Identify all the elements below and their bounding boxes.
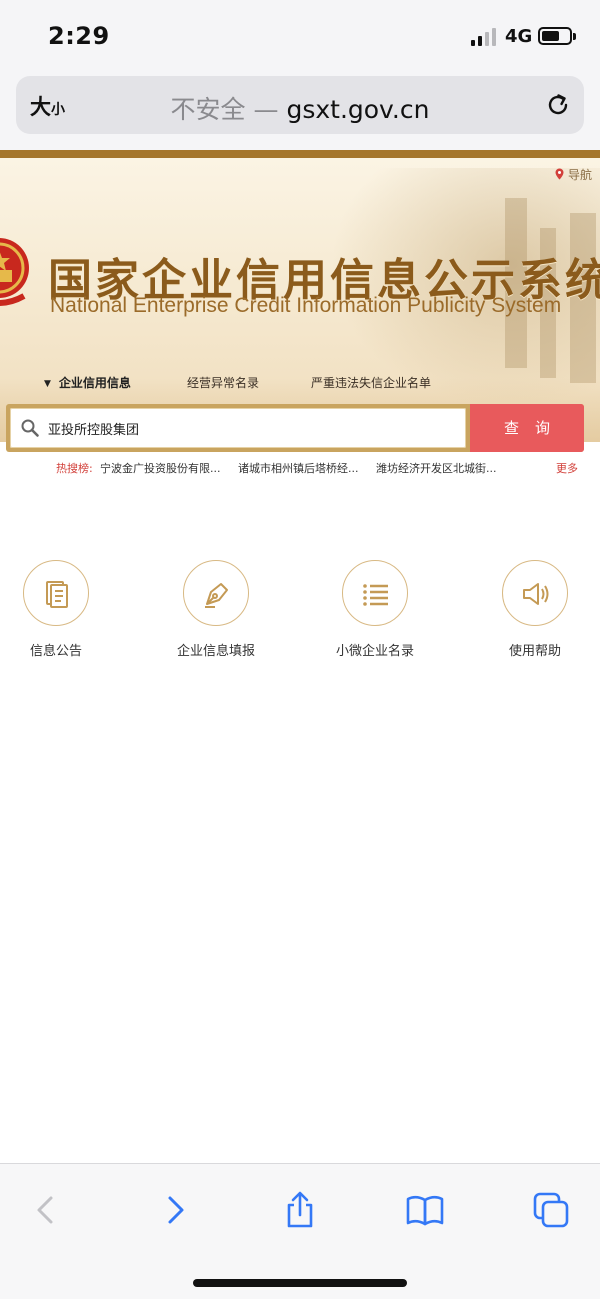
search-input[interactable] xyxy=(48,417,448,439)
feature-icon-circle xyxy=(23,560,89,626)
forward-icon[interactable] xyxy=(155,1190,195,1230)
hot-search-label: 热搜榜: xyxy=(56,462,93,475)
feature-label: 信息公告 xyxy=(29,644,82,659)
feature-label: 小微企业名录 xyxy=(335,644,414,659)
tab-serious-violations[interactable]: 严重违法失信企业名单 xyxy=(311,374,431,391)
tab-enterprise-credit[interactable]: ▼ 企业信用信息 xyxy=(44,374,131,391)
share-icon[interactable] xyxy=(280,1190,320,1230)
search-icon xyxy=(21,419,39,437)
feature-label: 使用帮助 xyxy=(508,644,561,659)
site-top-strip xyxy=(0,150,600,158)
url-domain: gsxt.gov.cn xyxy=(286,95,430,124)
tab-label: 企业信用信息 xyxy=(58,376,131,390)
tab-label: 经营异常名录 xyxy=(187,376,260,390)
feature-shortcuts: 信息公告 企业信息填报 小微企业名录 使用帮助 xyxy=(0,560,600,660)
search-bar: 查询 xyxy=(6,404,584,452)
feature-icon-circle xyxy=(342,560,408,626)
feature-info-reporting[interactable]: 企业信息填报 xyxy=(156,560,276,659)
network-type: 4G xyxy=(505,26,533,47)
status-bar: 2:29 4G xyxy=(0,0,600,72)
tab-label: 严重违法失信企业名单 xyxy=(311,376,432,390)
navigation-label: 导航 xyxy=(568,168,593,182)
hot-search-item[interactable]: 宁波金广投资股份有限... xyxy=(100,460,221,476)
hot-search-item[interactable]: 诸城市相州镇后塔桥经... xyxy=(238,460,359,476)
feature-label: 企业信息填报 xyxy=(176,644,255,659)
address-bar[interactable]: 大小 不安全 — gsxt.gov.cn xyxy=(16,76,584,134)
tabs-icon[interactable] xyxy=(531,1190,571,1230)
caret-down-icon: ▼ xyxy=(44,379,51,389)
insecure-warning: 不安全 — xyxy=(170,95,287,124)
location-pin-icon xyxy=(555,168,564,180)
site-banner: 导航 国家企业信用信息公示系统 National Enterprise Cred… xyxy=(0,158,600,442)
feature-icon-circle xyxy=(183,560,249,626)
category-tabs: ▼ 企业信用信息 经营异常名录 严重违法失信企业名单 xyxy=(0,374,600,394)
list-icon xyxy=(363,584,388,606)
feature-announcements[interactable]: 信息公告 xyxy=(0,560,116,659)
signal-strength-icon xyxy=(471,28,497,46)
search-box xyxy=(10,408,466,448)
reload-icon[interactable] xyxy=(544,91,572,119)
address-bar-area: 大小 不安全 — gsxt.gov.cn xyxy=(0,72,600,150)
url-display[interactable]: 不安全 — gsxt.gov.cn xyxy=(16,90,584,126)
site-title-english: National Enterprise Credit Information P… xyxy=(50,294,562,317)
hot-search-row: 热搜榜: 宁波金广投资股份有限... 诸城市相州镇后塔桥经... 潍坊经济开发区… xyxy=(0,460,600,480)
national-emblem-icon xyxy=(0,238,29,306)
feature-help[interactable]: 使用帮助 xyxy=(475,560,595,659)
pen-icon xyxy=(205,583,228,608)
navigation-link[interactable]: 导航 xyxy=(555,166,592,183)
document-icon xyxy=(46,581,68,608)
speaker-icon xyxy=(523,583,549,605)
hot-search-more-link[interactable]: 更多 xyxy=(556,460,578,476)
bookmarks-icon[interactable] xyxy=(405,1190,445,1230)
browser-toolbar xyxy=(0,1163,600,1299)
back-icon[interactable] xyxy=(26,1190,66,1230)
home-indicator[interactable] xyxy=(193,1279,407,1287)
hot-search-item[interactable]: 潍坊经济开发区北城街... xyxy=(376,460,497,476)
feature-icon-circle xyxy=(502,560,568,626)
feature-micro-enterprise-list[interactable]: 小微企业名录 xyxy=(315,560,435,659)
battery-icon xyxy=(538,27,576,45)
tab-abnormal-operations[interactable]: 经营异常名录 xyxy=(187,374,259,391)
search-button[interactable]: 查询 xyxy=(470,404,584,452)
status-time: 2:29 xyxy=(48,22,110,50)
